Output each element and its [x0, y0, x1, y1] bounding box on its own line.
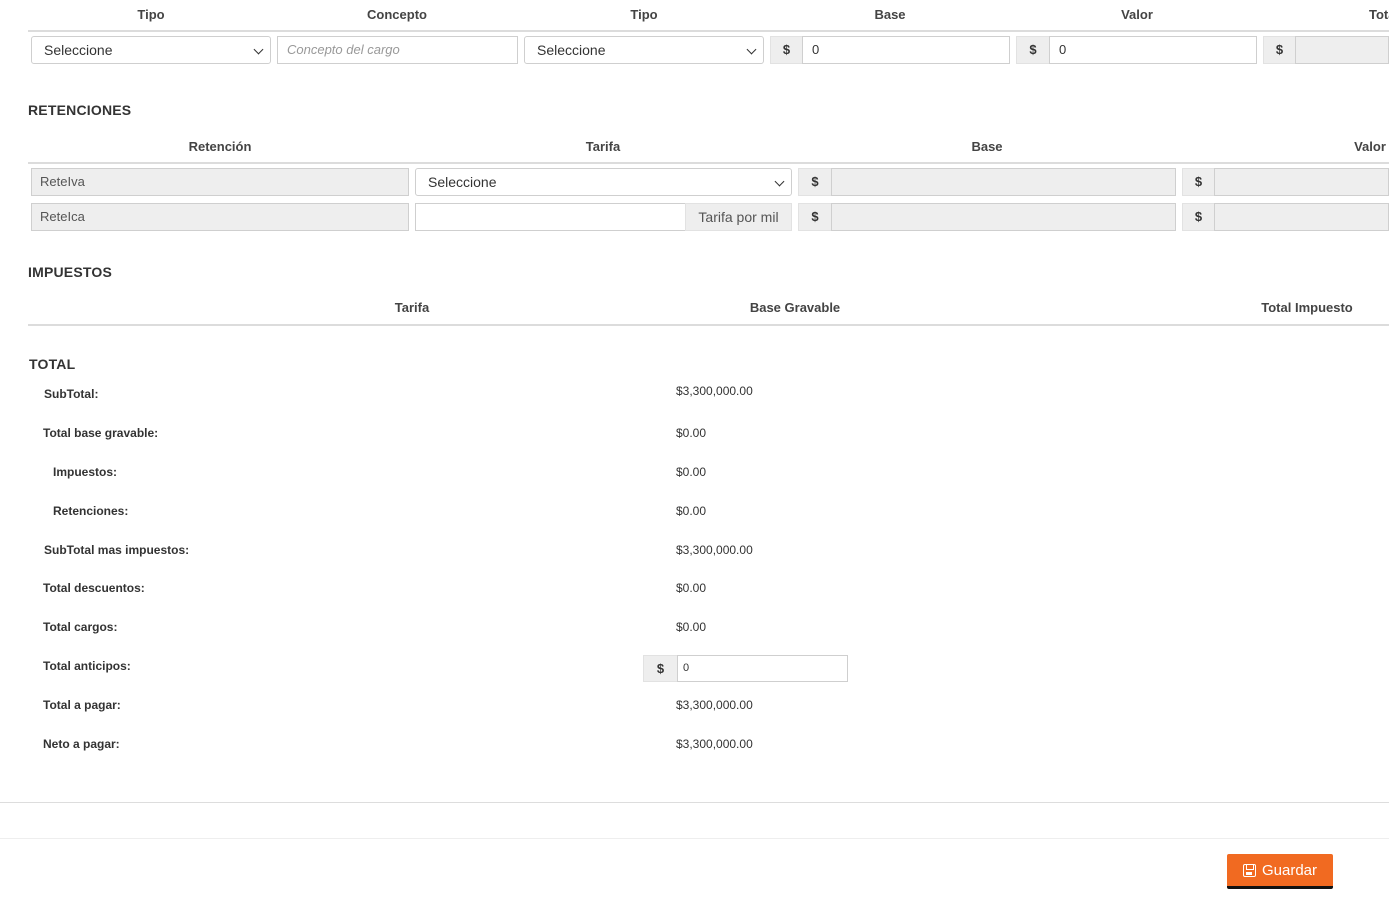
total-a-pagar-label: Total a pagar: [43, 698, 121, 712]
total-cargos-label: Total cargos: [43, 620, 118, 634]
reteiva-tarifa-select-value: Seleccione [428, 174, 497, 190]
header-ret-valor: Valor [1354, 139, 1386, 154]
save-button[interactable]: Guardar [1227, 854, 1333, 889]
reteica-base-input [831, 203, 1176, 231]
cargo-tipo2-select-value: Seleccione [537, 42, 606, 58]
cargo-total-currency-addon: $ [1263, 36, 1296, 64]
impuestos-title: IMPUESTOS [28, 264, 113, 280]
header-base: Base [874, 7, 906, 22]
subtotal-label: SubTotal: [44, 387, 99, 401]
total-descuentos-value: $0.00 [676, 581, 707, 595]
cargo-tipo2-select[interactable]: Seleccione [524, 36, 764, 64]
anticipos-currency-addon: $ [643, 655, 678, 682]
invoice-form-page: Tipo Concepto Tipo Base Valor Total Sele… [0, 0, 1389, 905]
reteiva-valor-currency-addon: $ [1182, 168, 1215, 196]
cargo-tipo-select[interactable]: Seleccione [31, 36, 271, 64]
content-divider [0, 802, 1389, 803]
header-imp-total-impuesto: Total Impuesto [1261, 300, 1353, 315]
neto-a-pagar-value: $3,300,000.00 [676, 737, 753, 751]
reteiva-base-input [831, 168, 1176, 196]
cargo-base-input[interactable]: 0 [802, 36, 1010, 64]
reteica-base-currency-addon: $ [798, 203, 832, 231]
reteiva-tarifa-select[interactable]: Seleccione [415, 168, 792, 196]
neto-a-pagar-label: Neto a pagar: [43, 737, 120, 751]
cargo-valor-currency-addon: $ [1016, 36, 1050, 64]
reteica-tarifa-suffix: Tarifa por mil [685, 203, 792, 231]
cargos-header-divider [28, 30, 1389, 32]
floppy-disk-icon [1242, 863, 1256, 877]
chevron-down-icon [253, 44, 264, 55]
reteiva-base-currency-addon: $ [798, 168, 832, 196]
impuestos-header-divider [28, 324, 1389, 326]
footer-divider [0, 838, 1389, 839]
total-descuentos-label: Total descuentos: [43, 581, 145, 595]
retenciones-header-divider [28, 162, 1389, 164]
header-valor: Valor [1121, 7, 1153, 22]
cargo-concepto-input[interactable]: Concepto del cargo [277, 36, 518, 64]
subtotal-mas-impuestos-label: SubTotal mas impuestos: [44, 543, 190, 557]
reteica-tarifa-input[interactable] [415, 203, 686, 231]
header-retencion: Retención [188, 139, 252, 154]
total-title: TOTAL [29, 356, 76, 372]
header-tarifa: Tarifa [585, 139, 621, 154]
cargo-valor-input[interactable]: 0 [1049, 36, 1257, 64]
reteiva-valor-input [1214, 168, 1389, 196]
cargo-base-currency-addon: $ [770, 36, 803, 64]
header-concepto: Concepto [367, 7, 427, 22]
reteica-valor-currency-addon: $ [1182, 203, 1215, 231]
impuestos-label: Impuestos: [53, 465, 118, 479]
header-imp-base-gravable: Base Gravable [749, 300, 841, 315]
retenciones-total-value: $0.00 [676, 504, 707, 518]
save-button-label: Guardar [1261, 861, 1318, 879]
total-anticipos-input[interactable]: 0 [677, 655, 848, 682]
header-tipo-2: Tipo [630, 7, 658, 22]
total-cargos-value: $0.00 [676, 620, 707, 634]
reteiva-label: ReteIva [31, 168, 409, 196]
cargo-total-input [1295, 36, 1389, 64]
reteica-label: ReteIca [31, 203, 409, 231]
chevron-down-icon [746, 44, 757, 55]
subtotal-value: $3,300,000.00 [676, 384, 753, 398]
header-imp-tarifa: Tarifa [394, 300, 430, 315]
chevron-down-icon [774, 176, 785, 187]
total-anticipos-label: Total anticipos: [43, 659, 131, 673]
total-base-gravable-label: Total base gravable: [43, 426, 159, 440]
impuestos-value: $0.00 [676, 465, 707, 479]
header-tipo: Tipo [137, 7, 165, 22]
retenciones-total-label: Retenciones: [53, 504, 129, 518]
total-base-gravable-value: $0.00 [676, 426, 707, 440]
reteica-valor-input [1214, 203, 1389, 231]
total-a-pagar-value: $3,300,000.00 [676, 698, 753, 712]
header-total: Total [1369, 7, 1389, 22]
header-ret-base: Base [971, 139, 1003, 154]
cargo-tipo-select-value: Seleccione [44, 42, 113, 58]
retenciones-title: RETENCIONES [28, 102, 132, 118]
subtotal-mas-impuestos-value: $3,300,000.00 [676, 543, 753, 557]
